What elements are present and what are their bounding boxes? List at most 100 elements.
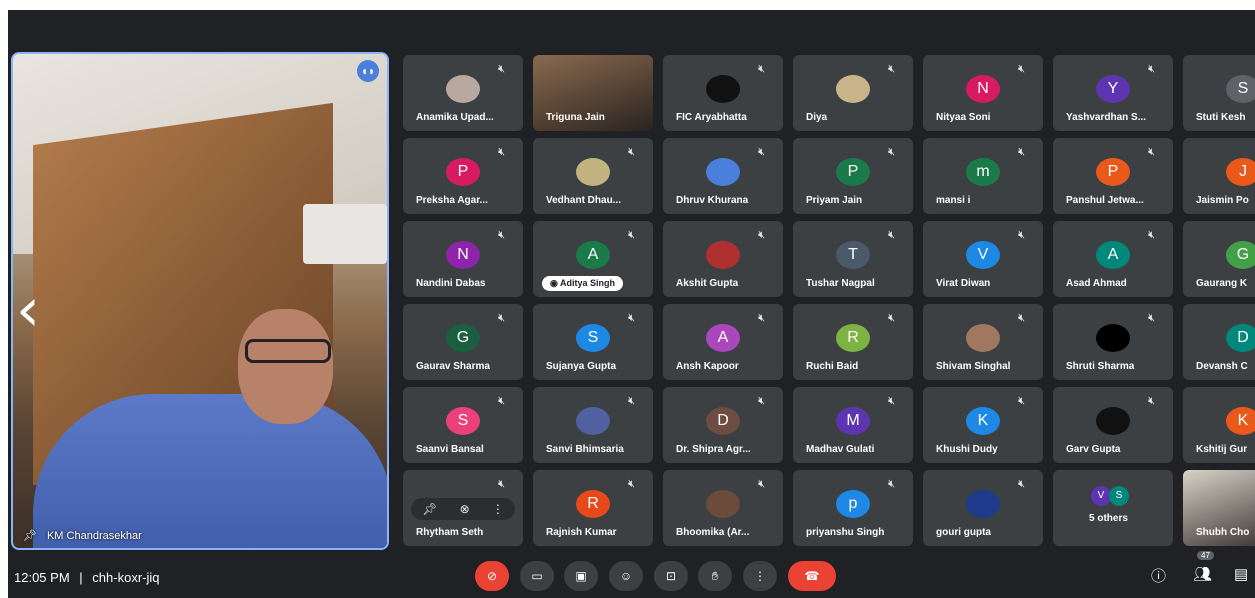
- speaker-video-ac-unit: [303, 204, 387, 264]
- participant-tile[interactable]: 🔇︎ m mansi i: [923, 138, 1043, 214]
- more-vert-icon[interactable]: ⋮: [492, 502, 504, 516]
- participant-tile[interactable]: 🔇︎ S Saanvi Bansal: [403, 387, 523, 463]
- people-button[interactable]: 👥︎ 47: [1193, 551, 1214, 583]
- participant-tile[interactable]: 🔇︎ M Madhav Gulati: [793, 387, 913, 463]
- separator: |: [79, 570, 83, 585]
- participant-name: Priyam Jain: [806, 195, 863, 206]
- muted-mic-icon: 🔇︎: [1148, 395, 1155, 407]
- muted-mic-icon: 🔇︎: [758, 478, 765, 490]
- participant-tile[interactable]: Triguna Jain: [533, 55, 653, 131]
- emoji-button[interactable]: ☺: [609, 561, 643, 591]
- meeting-details-button[interactable]: ⓘ: [1151, 565, 1166, 586]
- participant-tile[interactable]: 🔇︎ Y Yashvardhan S...: [1053, 55, 1173, 131]
- participant-tile[interactable]: 🔇︎ D Dr. Shipra Agr...: [663, 387, 783, 463]
- muted-mic-icon: 🔇︎: [888, 229, 895, 241]
- participant-name: Ruchi Baid: [806, 361, 859, 372]
- participant-name: Saanvi Bansal: [416, 444, 484, 455]
- avatar: G: [446, 324, 480, 352]
- participant-name: Triguna Jain: [546, 112, 605, 123]
- hang-up-icon: ☎︎: [804, 569, 820, 583]
- participant-tile[interactable]: 🔇︎ Shivam Singhal: [923, 304, 1043, 380]
- avatar: T: [836, 241, 870, 269]
- participant-tile[interactable]: 🔇︎ K Khushi Dudy: [923, 387, 1043, 463]
- avatar: A: [1096, 241, 1130, 269]
- participant-tile[interactable]: 🔇︎ Diya: [793, 55, 913, 131]
- more-options-button[interactable]: ⋮: [743, 561, 777, 591]
- avatar: p: [836, 490, 870, 518]
- participant-tile[interactable]: 🔇︎ R Ruchi Baid: [793, 304, 913, 380]
- participant-tile[interactable]: 🔇︎ N Nityaa Soni: [923, 55, 1043, 131]
- pin-icon[interactable]: 📌︎: [422, 502, 437, 516]
- avatar: A: [706, 324, 740, 352]
- participant-tile[interactable]: 🔇︎SStuti Kesh: [1183, 55, 1255, 131]
- end-call-button[interactable]: ☎︎: [788, 561, 836, 591]
- avatar: S: [446, 407, 480, 435]
- captions-button[interactable]: ▣: [564, 561, 598, 591]
- chat-button[interactable]: ▤: [1234, 565, 1248, 583]
- participant-name: Khushi Dudy: [936, 444, 998, 455]
- participant-tile[interactable]: 🔇︎ p priyanshu Singh: [793, 470, 913, 546]
- avatar: S: [576, 324, 610, 352]
- muted-mic-icon: 🔇︎: [628, 312, 635, 324]
- muted-mic-icon: 🔇︎: [758, 146, 765, 158]
- mic-toggle-button[interactable]: ⊘: [475, 561, 509, 591]
- avatar: [706, 490, 740, 518]
- present-icon: ⊡: [665, 569, 677, 583]
- participant-name: Nandini Dabas: [416, 278, 486, 289]
- muted-mic-icon: 🔇︎: [1018, 63, 1025, 75]
- avatar: P: [836, 158, 870, 186]
- muted-mic-icon: 🔇︎: [758, 63, 765, 75]
- previous-page-chevron-icon[interactable]: ‹: [16, 280, 40, 340]
- participant-tile[interactable]: 🔇︎ Shruti Sharma: [1053, 304, 1173, 380]
- hand-icon: ✋︎: [711, 569, 719, 583]
- participant-tile[interactable]: 🔇︎ Anamika Upad...: [403, 55, 523, 131]
- participant-tile[interactable]: 🔇︎ Garv Gupta: [1053, 387, 1173, 463]
- muted-mic-icon: 🔇︎: [1148, 63, 1155, 75]
- participant-tile[interactable]: 🔇︎JJaismin Po: [1183, 138, 1255, 214]
- participant-tile[interactable]: 🔇︎ gouri gupta: [923, 470, 1043, 546]
- participant-tile[interactable]: 🔇︎ Dhruv Khurana: [663, 138, 783, 214]
- participant-tile[interactable]: 🔇︎ FIC Aryabhatta: [663, 55, 783, 131]
- participant-tile[interactable]: 🔇︎GGaurang K: [1183, 221, 1255, 297]
- participant-name: priyanshu Singh: [806, 527, 885, 538]
- participant-tile[interactable]: 🔇︎ S Sujanya Gupta: [533, 304, 653, 380]
- participant-tile[interactable]: 🔇︎ A Ansh Kapoor: [663, 304, 783, 380]
- pin-icon[interactable]: 📌︎: [23, 529, 37, 542]
- avatar: K: [966, 407, 1000, 435]
- participant-tile[interactable]: 🔇︎ Akshit Gupta: [663, 221, 783, 297]
- participant-tile[interactable]: VS 5 others: [1053, 470, 1173, 546]
- bottom-bar: 12:05 PM | chh-koxr-jiq ⊘ ▭ ▣ ☺ ⊡ ✋︎ ⋮ ☎…: [8, 551, 1255, 598]
- participant-tile[interactable]: 🔇︎ N Nandini Dabas: [403, 221, 523, 297]
- participant-tile[interactable]: 🔇︎DDevansh C: [1183, 304, 1255, 380]
- participant-tile[interactable]: 🔇︎ P Panshul Jetwa...: [1053, 138, 1173, 214]
- participant-tile[interactable]: 🔇︎KKshitij Gur: [1183, 387, 1255, 463]
- participant-name: Sujanya Gupta: [546, 361, 617, 372]
- participant-tile[interactable]: 🔇︎ 📌︎ ⊗ ⋮ Rhytham Seth: [403, 470, 523, 546]
- muted-mic-icon: 🔇︎: [1148, 146, 1155, 158]
- participant-tile[interactable]: 🔇︎ Sanvi Bhimsaria: [533, 387, 653, 463]
- participant-tile[interactable]: 🔇︎ A Asad Ahmad: [1053, 221, 1173, 297]
- participant-tile[interactable]: 🔇︎ Vedhant Dhau...: [533, 138, 653, 214]
- avatar: [446, 75, 480, 103]
- speaker-tile[interactable]: ◖◗ 📌︎ KM Chandrasekhar: [11, 52, 389, 550]
- participant-tile[interactable]: 🔇︎ P Preksha Agar...: [403, 138, 523, 214]
- captions-icon: ▣: [575, 569, 587, 583]
- participant-tile[interactable]: 🔇︎ T Tushar Nagpal: [793, 221, 913, 297]
- meet-stage: ◖◗ 📌︎ KM Chandrasekhar ‹ 🔇︎ Anamika Upad.…: [8, 10, 1255, 598]
- remove-icon[interactable]: ⊗: [460, 502, 470, 516]
- participant-tile[interactable]: 🔇︎ G Gaurav Sharma: [403, 304, 523, 380]
- participant-tile[interactable]: 🔇︎ V Virat Diwan: [923, 221, 1043, 297]
- participant-tile[interactable]: 🔇︎ R Rajnish Kumar: [533, 470, 653, 546]
- participant-tile[interactable]: 🔇︎ Bhoomika (Ar...: [663, 470, 783, 546]
- participant-name: Devansh C: [1196, 361, 1248, 372]
- participant-tile[interactable]: Shubh Cho: [1183, 470, 1255, 546]
- avatar: V: [966, 241, 1000, 269]
- participant-tile[interactable]: 🔇︎ A ◉ Aditya Singh: [533, 221, 653, 297]
- participant-tile[interactable]: 🔇︎ P Priyam Jain: [793, 138, 913, 214]
- tile-hover-controls[interactable]: 📌︎ ⊗ ⋮: [411, 498, 515, 520]
- present-button[interactable]: ⊡: [654, 561, 688, 591]
- avatar: [966, 324, 1000, 352]
- avatar: Y: [1096, 75, 1130, 103]
- camera-toggle-button[interactable]: ▭: [520, 561, 554, 591]
- raise-hand-button[interactable]: ✋︎: [698, 561, 732, 591]
